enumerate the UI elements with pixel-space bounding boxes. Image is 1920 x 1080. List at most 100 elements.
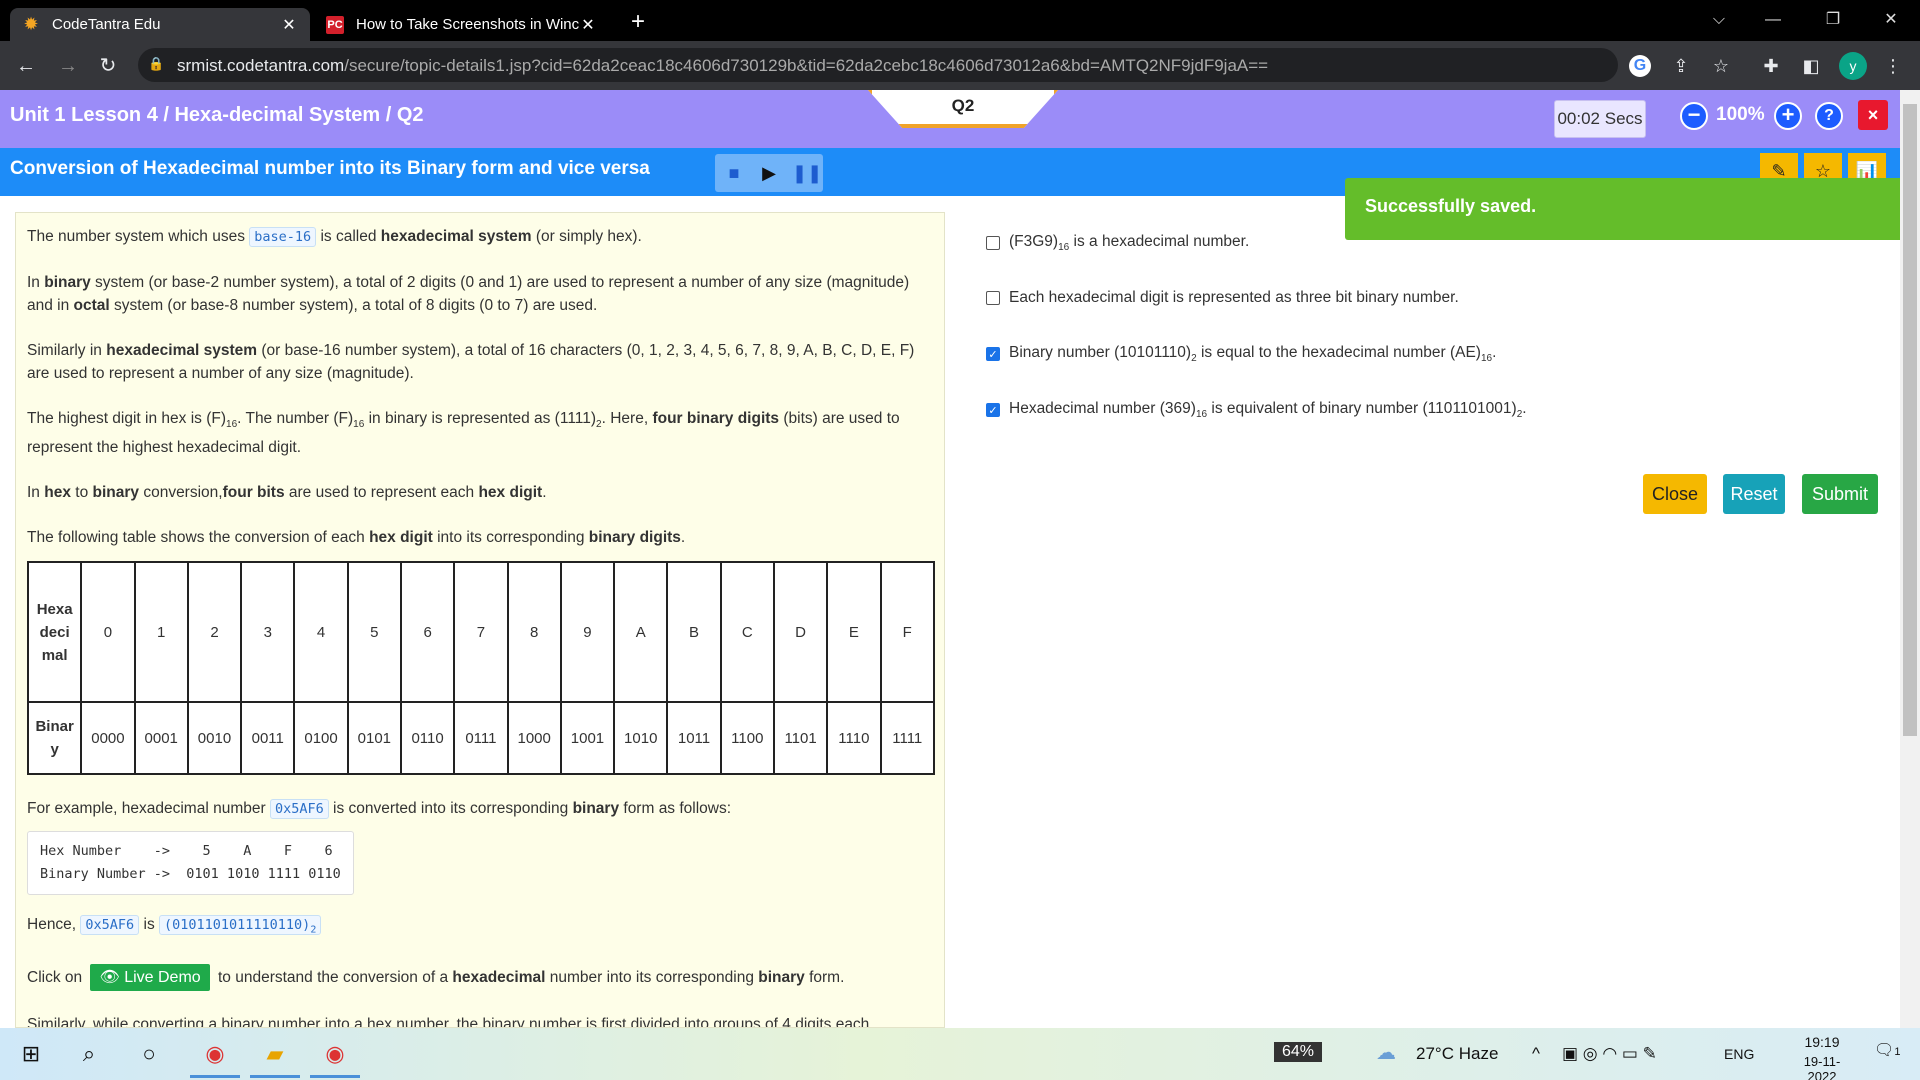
codetantra-favicon-icon: ✹: [23, 14, 39, 34]
paragraph: In hex to binary conversion,four bits ar…: [27, 484, 547, 502]
option-text: (F3G9)16 is a hexadecimal number.: [1009, 233, 1250, 254]
forward-arrow-icon[interactable]: →: [54, 52, 82, 80]
table-cell: 1110: [826, 701, 882, 776]
table-cell: 0001: [133, 701, 189, 776]
table-cell: 5: [346, 561, 402, 704]
close-tab-icon[interactable]: ✕: [280, 15, 298, 35]
option-3[interactable]: ✓ Binary number (10101110)2 is equal to …: [986, 344, 1496, 364]
table-cell: A: [613, 561, 669, 704]
option-4[interactable]: ✓ Hexadecimal number (369)16 is equivale…: [986, 400, 1527, 420]
table-cell: 0000: [80, 701, 136, 776]
clock[interactable]: 19:19 19-11-2022: [1792, 1034, 1852, 1080]
battery-indicator[interactable]: 64%: [1274, 1042, 1323, 1062]
option-text: Binary number (10101110)2 is equal to th…: [1009, 344, 1497, 365]
table-header-cell: Hexadecimal: [26, 561, 83, 704]
google-icon[interactable]: G: [1629, 55, 1651, 77]
tray-icons[interactable]: ▣ ◎ ◠ ▭ ✎: [1562, 1044, 1657, 1064]
chrome-icon[interactable]: ◉: [310, 1030, 360, 1078]
table-cell: 0010: [186, 701, 243, 776]
file-explorer-icon[interactable]: ▰: [250, 1030, 300, 1078]
url-text[interactable]: srmist.codetantra.com/secure/topic-detai…: [177, 56, 1268, 76]
browser-menu-icon[interactable]: ⋮: [1880, 53, 1906, 79]
table-cell: 2: [186, 561, 243, 704]
paragraph: Click on 👁 Live Demo to understand the c…: [27, 963, 933, 991]
table-cell: 8: [506, 561, 562, 704]
paragraph: For example, hexadecimal number 0x5AF6 i…: [27, 799, 732, 820]
breadcrumb: Unit 1 Lesson 4 / Hexa-decimal System / …: [10, 104, 424, 126]
zoom-out-icon[interactable]: −: [1680, 102, 1708, 130]
tab-title: CodeTantra Edu: [52, 16, 161, 33]
table-cell: 7: [453, 561, 509, 704]
table-cell: 1000: [506, 701, 562, 776]
lock-icon[interactable]: 🔒: [148, 56, 164, 74]
table-cell: B: [666, 561, 722, 704]
window-close-icon[interactable]: ✕: [1862, 0, 1920, 41]
table-cell: 6: [399, 561, 456, 704]
table-cell: F: [879, 561, 935, 704]
question-tab-label[interactable]: Q2: [868, 96, 1058, 116]
checkbox-checked[interactable]: ✓: [986, 403, 1000, 418]
weather-text[interactable]: 27°C Haze: [1416, 1044, 1498, 1064]
reset-button[interactable]: Reset: [1723, 474, 1785, 514]
paragraph: Similarly, while converting a binary num…: [27, 1015, 870, 1028]
notification-icon[interactable]: 🗨1: [1874, 1040, 1900, 1060]
close-tab-icon[interactable]: ✕: [579, 15, 597, 35]
option-2[interactable]: Each hexadecimal digit is represented as…: [986, 289, 1459, 307]
checkbox[interactable]: [986, 291, 1000, 305]
stop-icon[interactable]: ■: [721, 160, 747, 186]
profile-avatar[interactable]: y: [1839, 52, 1867, 80]
close-lesson-button[interactable]: ×: [1858, 100, 1888, 130]
table-cell: 1: [133, 561, 189, 704]
table-cell: 1101: [772, 701, 829, 776]
share-icon[interactable]: ⇪: [1668, 53, 1694, 79]
lesson-title: Conversion of Hexadecimal number into it…: [10, 158, 650, 179]
table-cell: 0101: [346, 701, 402, 776]
chevron-up-icon[interactable]: ^: [1532, 1044, 1540, 1064]
table-cell: 1100: [719, 701, 775, 776]
table-cell: 0100: [293, 701, 349, 776]
zoom-in-icon[interactable]: +: [1774, 102, 1802, 130]
tab-codetantra[interactable]: ✹ CodeTantra Edu ✕: [10, 8, 310, 41]
reload-icon[interactable]: ↻: [94, 52, 122, 80]
option-text: Each hexadecimal digit is represented as…: [1009, 289, 1459, 306]
table-cell: 0011: [240, 701, 296, 776]
language-indicator[interactable]: ENG: [1724, 1046, 1754, 1062]
cortana-icon[interactable]: ○: [124, 1030, 174, 1078]
pause-icon[interactable]: ❚❚: [792, 160, 822, 186]
option-1[interactable]: (F3G9)16 is a hexadecimal number.: [986, 233, 1249, 253]
submit-button[interactable]: Submit: [1802, 474, 1878, 514]
table-cell: 3: [240, 561, 296, 704]
restore-icon[interactable]: ❐: [1804, 0, 1862, 41]
windows-start-icon[interactable]: ⊞: [6, 1030, 56, 1078]
paragraph: The following table shows the conversion…: [27, 529, 686, 547]
paragraph: Similarly in hexadecimal system (or base…: [27, 342, 915, 382]
extensions-puzzle-icon[interactable]: ✚: [1758, 53, 1784, 79]
tab-screenshots-article[interactable]: PC How to Take Screenshots in Winc ✕: [314, 8, 609, 41]
new-tab-icon[interactable]: +: [624, 8, 652, 36]
minimize-icon[interactable]: —: [1744, 0, 1802, 41]
back-arrow-icon[interactable]: ←: [12, 52, 40, 80]
play-icon[interactable]: ▶: [756, 160, 782, 186]
table-cell: 1111: [879, 701, 935, 776]
checkbox-checked[interactable]: ✓: [986, 347, 1000, 362]
paragraph: The number system which uses base-16 is …: [27, 227, 642, 247]
help-icon[interactable]: ?: [1815, 102, 1843, 130]
table-cell: E: [826, 561, 882, 704]
bookmark-star-icon[interactable]: ☆: [1708, 53, 1734, 79]
lesson-content: The number system which uses base-16 is …: [15, 212, 945, 1028]
scrollbar-thumb[interactable]: [1903, 104, 1917, 736]
success-toast: Successfully saved.: [1345, 178, 1907, 240]
checkbox[interactable]: [986, 236, 1000, 251]
tab-search-chevron-icon[interactable]: ⌵: [1690, 0, 1748, 41]
zoom-level: 100%: [1716, 104, 1765, 125]
table-cell: 1011: [666, 701, 722, 776]
side-panel-icon[interactable]: ◧: [1798, 53, 1824, 79]
live-demo-button[interactable]: 👁 Live Demo: [90, 963, 210, 991]
search-icon[interactable]: ⌕: [64, 1030, 114, 1078]
table-cell: 4: [293, 561, 349, 704]
table-cell: C: [719, 561, 775, 704]
timer: 00:02 Secs: [1554, 100, 1646, 138]
chrome-profile-icon[interactable]: ◉: [190, 1030, 240, 1078]
close-button[interactable]: Close: [1643, 474, 1707, 514]
paragraph: Hence, 0x5AF6 is (0101101011110110)2: [27, 913, 933, 942]
